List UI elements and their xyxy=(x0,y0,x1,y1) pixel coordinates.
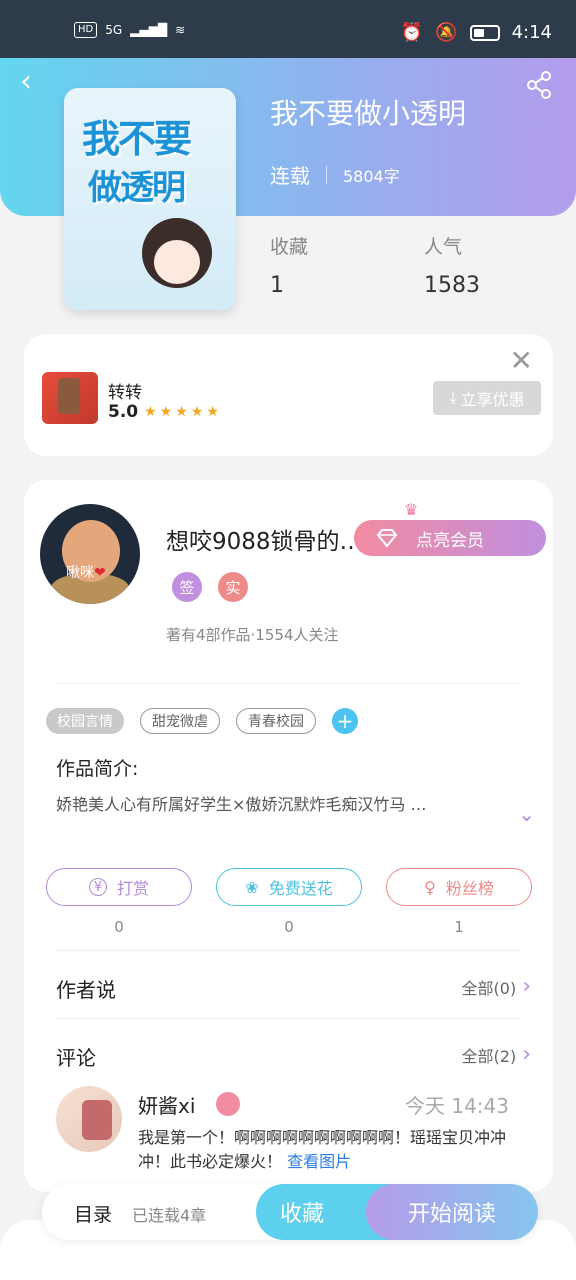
close-icon[interactable]: ✕ xyxy=(510,344,533,377)
popularity-label: 人气 xyxy=(424,236,463,258)
clock: 4:14 xyxy=(511,22,552,43)
vip-badge-icon xyxy=(216,1092,240,1116)
comment-time: 今天 14:43 xyxy=(405,1094,509,1118)
signal-icon: ▂▄▆█ xyxy=(130,23,168,37)
tag-list: 校园言情 甜宠微虐 青春校园 + xyxy=(46,708,358,734)
favorites-value: 1 xyxy=(270,273,284,298)
chevron-right-icon: › xyxy=(522,974,531,999)
send-flower-label: 免费送花 xyxy=(268,879,333,898)
ad-card[interactable]: 转转 5.0 ★★★★★ ✕ ⤓ 立享优惠 xyxy=(24,334,553,456)
tag-item[interactable]: 甜宠微虐 xyxy=(140,708,220,734)
hd-indicator: HD xyxy=(74,22,98,38)
cover-character-face xyxy=(154,240,200,284)
divider xyxy=(56,683,520,684)
popularity-stat: 人气 1583 xyxy=(424,232,480,298)
tip-label: 打赏 xyxy=(116,879,149,898)
verified-badge: 实 xyxy=(218,572,248,602)
author-stats: 著有4部作品·1554人关注 xyxy=(166,626,339,644)
ad-product-image xyxy=(42,372,98,424)
download-icon: ⤓ xyxy=(449,388,457,407)
alarm-icon: ⏰ xyxy=(400,22,424,43)
author-says-title: 作者说 xyxy=(56,978,116,1002)
author-says-count: 全部(0) xyxy=(461,978,517,998)
commenter-name[interactable]: 妍酱xi xyxy=(138,1090,195,1119)
flower-icon: ❀ xyxy=(245,877,259,897)
start-reading-button[interactable]: 开始阅读 xyxy=(366,1184,538,1240)
vip-button[interactable]: 点亮会员 xyxy=(354,520,546,556)
fan-count: 1 xyxy=(454,918,464,936)
fan-ranking-button[interactable]: ♀ 粉丝榜 xyxy=(386,868,532,906)
tip-count: 0 xyxy=(114,918,124,936)
book-status: 连载 xyxy=(270,164,310,188)
wifi-icon: ≋ xyxy=(175,23,186,37)
divider xyxy=(56,950,520,951)
book-detail-card: 啾咪❤ 想咬9088锁骨的… 签 实 著有4部作品·1554人关注 ♛ 点亮会员… xyxy=(24,480,553,1192)
favorites-stat: 收藏 1 xyxy=(270,232,308,298)
yen-icon: ¥ xyxy=(88,878,107,896)
intro-text: 娇艳美人心有所属好学生×傲娇沉默炸毛痴汉竹马 … xyxy=(56,795,427,814)
network-indicator: 5G xyxy=(105,23,123,37)
chevron-right-icon: › xyxy=(522,1042,531,1067)
star-rating-icon: ★★★★★ xyxy=(144,404,222,420)
send-flower-button[interactable]: ❀ 免费送花 xyxy=(216,868,362,906)
cover-title-line2: 做透明 xyxy=(88,168,186,208)
diamond-icon xyxy=(376,529,398,548)
comments-title: 评论 xyxy=(56,1046,96,1070)
add-tag-icon[interactable]: + xyxy=(332,708,358,734)
battery-icon xyxy=(469,24,500,41)
signed-badge: 签 xyxy=(172,572,202,602)
tag-item[interactable]: 校园言情 xyxy=(46,708,124,734)
crown-icon: ♛ xyxy=(404,500,419,519)
ad-score: 5.0 xyxy=(108,402,139,422)
popularity-value: 1583 xyxy=(424,273,480,298)
tag-item[interactable]: 青春校园 xyxy=(236,708,316,734)
flower-count: 0 xyxy=(284,918,294,936)
divider xyxy=(56,1018,520,1019)
vip-button-label: 点亮会员 xyxy=(416,530,484,551)
ad-app-name: 转转 xyxy=(108,383,142,403)
toc-status: 已连载4章 xyxy=(132,1206,207,1225)
meta-divider xyxy=(326,165,327,184)
comment-text: 我是第一个！啊啊啊啊啊啊啊啊啊啊！瑶瑶宝贝冲冲冲！此书必定爆火！ 查看图片 xyxy=(138,1126,508,1174)
intro-title: 作品简介: xyxy=(56,758,139,780)
chevron-down-icon[interactable]: ⌄ xyxy=(518,802,535,826)
back-icon[interactable]: ‹ xyxy=(20,67,48,98)
status-right: ⏰ 🔕 4:14 xyxy=(401,22,552,43)
book-meta: 连载 5804字 xyxy=(270,160,400,189)
toc-button[interactable]: 目录 xyxy=(74,1200,112,1227)
ad-download-button[interactable]: ⤓ 立享优惠 xyxy=(433,381,541,415)
book-title: 我不要做小透明 xyxy=(270,97,467,130)
mute-icon: 🔕 xyxy=(435,22,458,43)
tip-button[interactable]: ¥ 打赏 xyxy=(46,868,192,906)
cover-title-line1: 我不要 xyxy=(82,117,192,161)
ad-button-label: 立享优惠 xyxy=(460,390,525,409)
fan-ranking-label: 粉丝榜 xyxy=(445,879,494,898)
fan-icon: ♀ xyxy=(424,877,436,897)
share-icon[interactable] xyxy=(524,70,554,100)
commenter-avatar[interactable] xyxy=(56,1086,122,1152)
view-image-link[interactable]: 查看图片 xyxy=(287,1152,351,1171)
favorites-label: 收藏 xyxy=(270,236,309,258)
author-says-more[interactable]: 全部(0) › xyxy=(462,974,531,999)
author-name[interactable]: 想咬9088锁骨的… xyxy=(166,522,376,556)
comments-more[interactable]: 全部(2) › xyxy=(462,1042,531,1067)
status-bar: HD 5G ▂▄▆█ ≋ ⏰ 🔕 4:14 xyxy=(0,0,576,58)
book-cover[interactable]: 我不要 做透明 xyxy=(64,88,236,310)
avatar-text: 啾咪❤ xyxy=(66,565,106,581)
book-word-count: 5804字 xyxy=(343,166,400,186)
author-avatar[interactable]: 啾咪❤ xyxy=(40,504,140,604)
bottom-bar: 目录 已连载4章 收藏 开始阅读 xyxy=(42,1184,538,1240)
status-left: HD 5G ▂▄▆█ ≋ xyxy=(74,22,185,38)
comments-count: 全部(2) xyxy=(461,1046,517,1066)
ad-rating: 5.0 ★★★★★ xyxy=(108,402,222,422)
